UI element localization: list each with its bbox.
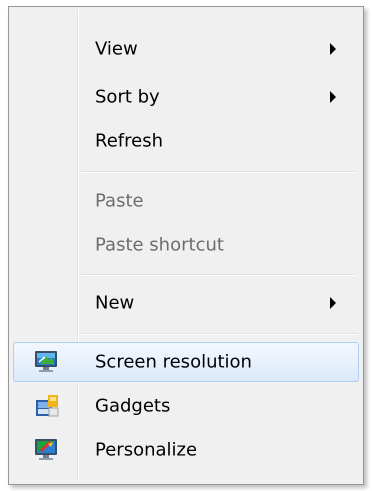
menu-item-label: Gadgets	[95, 395, 171, 417]
menu-item-screen-resolution[interactable]: Screen resolution	[13, 342, 359, 382]
menu-item-label: View	[95, 38, 138, 60]
menu-item-new[interactable]: New	[13, 283, 359, 323]
submenu-arrow-icon	[330, 43, 336, 55]
menu-item-paste: Paste	[13, 181, 359, 221]
menu-body: View Sort by Refresh Paste Paste shortcu…	[11, 9, 361, 482]
gadgets-icon	[34, 394, 60, 418]
menu-item-label: Refresh	[95, 130, 163, 152]
menu-item-sort-by[interactable]: Sort by	[13, 77, 359, 117]
menu-separator	[81, 274, 357, 276]
menu-item-label: Personalize	[95, 439, 198, 461]
menu-item-label: Screen resolution	[95, 351, 252, 373]
menu-item-personalize[interactable]: Personalize	[13, 430, 359, 470]
menu-item-gadgets[interactable]: Gadgets	[13, 386, 359, 426]
menu-item-view[interactable]: View	[13, 29, 359, 69]
menu-item-refresh[interactable]: Refresh	[13, 121, 359, 161]
submenu-arrow-icon	[330, 297, 336, 309]
menu-item-label: New	[95, 292, 135, 314]
menu-separator	[81, 333, 357, 335]
screen-resolution-icon	[34, 350, 60, 374]
menu-item-label: Paste shortcut	[95, 234, 224, 256]
personalize-icon	[34, 438, 60, 462]
desktop-context-menu: View Sort by Refresh Paste Paste shortcu…	[8, 6, 364, 485]
menu-separator	[81, 171, 357, 173]
submenu-arrow-icon	[330, 91, 336, 103]
menu-item-label: Sort by	[95, 86, 160, 108]
menu-item-label: Paste	[95, 190, 144, 212]
menu-item-paste-shortcut: Paste shortcut	[13, 225, 359, 265]
